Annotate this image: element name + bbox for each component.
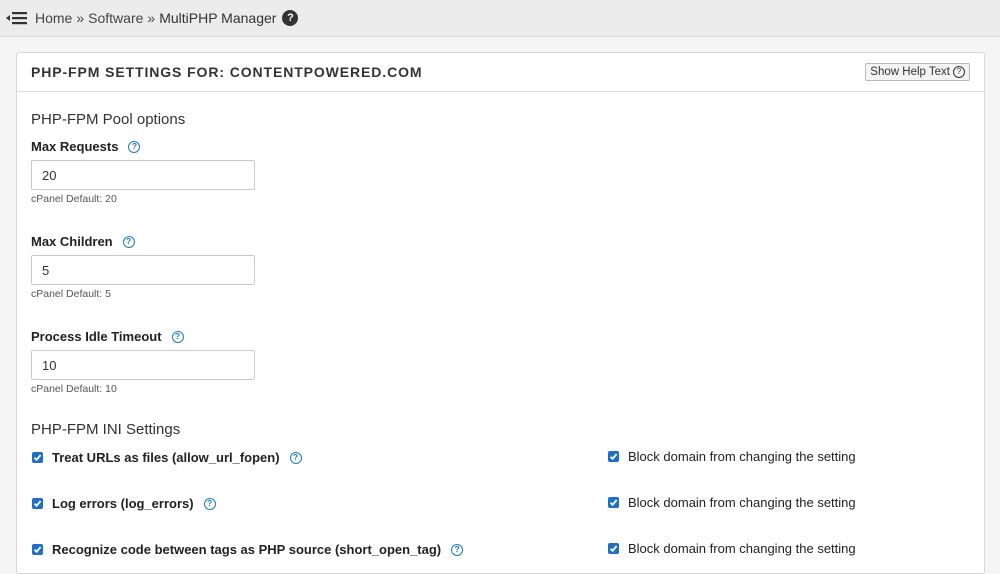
process-idle-timeout-default: cPanel Default: 10 [31, 383, 117, 395]
pool-options-heading: PHP-FPM Pool options [31, 111, 186, 128]
max-children-default: cPanel Default: 5 [31, 288, 111, 300]
max-children-help-icon[interactable]: ? [122, 235, 135, 248]
max-requests-default: cPanel Default: 20 [31, 193, 117, 205]
allow-url-fopen-block-row: Block domain from changing the setting [608, 449, 856, 464]
process-idle-timeout-help-icon[interactable]: ? [171, 330, 184, 343]
breadcrumb-current: MultiPHP Manager [159, 10, 277, 26]
short-open-tag-checkbox[interactable] [32, 544, 43, 555]
log-errors-help-icon[interactable]: ? [203, 497, 216, 510]
max-children-label: Max Children ? [31, 234, 135, 249]
short-open-tag-block-label: Block domain from changing the setting [628, 541, 856, 556]
log-errors-checkbox[interactable] [32, 498, 43, 509]
allow-url-fopen-block-label: Block domain from changing the setting [628, 449, 856, 464]
breadcrumb-software[interactable]: Software [88, 10, 143, 26]
max-requests-input[interactable] [31, 160, 255, 190]
max-requests-label-text: Max Requests [31, 139, 119, 154]
menu-collapse-icon[interactable] [5, 8, 29, 28]
short-open-tag-help-icon[interactable]: ? [451, 543, 464, 556]
page-help-icon[interactable]: ? [282, 10, 299, 26]
short-open-tag-row: Recognize code between tags as PHP sourc… [32, 542, 464, 557]
top-bar: Home » Software » MultiPHP Manager ? [0, 0, 1000, 37]
php-fpm-settings-panel: PHP-FPM SETTINGS FOR: CONTENTPOWERED.COM… [16, 52, 985, 574]
allow-url-fopen-row: Treat URLs as files (allow_url_fopen) ? [32, 450, 302, 465]
short-open-tag-label: Recognize code between tags as PHP sourc… [52, 542, 442, 557]
allow-url-fopen-checkbox[interactable] [32, 452, 43, 463]
log-errors-row: Log errors (log_errors) ? [32, 496, 216, 511]
breadcrumb-separator: » [147, 10, 156, 26]
max-requests-label: Max Requests ? [31, 139, 141, 154]
panel-title: PHP-FPM SETTINGS FOR: CONTENTPOWERED.COM [31, 64, 423, 80]
short-open-tag-block-row: Block domain from changing the setting [608, 541, 856, 556]
show-help-text-button[interactable]: Show Help Text ? [865, 63, 970, 81]
allow-url-fopen-help-icon[interactable]: ? [289, 451, 302, 464]
ini-settings-heading: PHP-FPM INI Settings [31, 421, 181, 438]
log-errors-label: Log errors (log_errors) [52, 496, 194, 511]
process-idle-timeout-label: Process Idle Timeout ? [31, 329, 184, 344]
breadcrumb-home[interactable]: Home [35, 10, 72, 26]
breadcrumb: Home » Software » MultiPHP Manager ? [35, 10, 299, 26]
show-help-text-label: Show Help Text [870, 66, 950, 78]
log-errors-block-row: Block domain from changing the setting [608, 495, 856, 510]
log-errors-block-checkbox[interactable] [608, 497, 619, 508]
max-requests-help-icon[interactable]: ? [128, 140, 141, 153]
max-children-label-text: Max Children [31, 234, 113, 249]
panel-header: PHP-FPM SETTINGS FOR: CONTENTPOWERED.COM… [17, 53, 984, 92]
question-circle-icon: ? [953, 66, 965, 78]
log-errors-block-label: Block domain from changing the setting [628, 495, 856, 510]
process-idle-timeout-input[interactable] [31, 350, 255, 380]
short-open-tag-block-checkbox[interactable] [608, 543, 619, 554]
allow-url-fopen-block-checkbox[interactable] [608, 451, 619, 462]
max-children-input[interactable] [31, 255, 255, 285]
allow-url-fopen-label: Treat URLs as files (allow_url_fopen) [52, 450, 280, 465]
process-idle-timeout-label-text: Process Idle Timeout [31, 329, 162, 344]
breadcrumb-separator: » [76, 10, 85, 26]
